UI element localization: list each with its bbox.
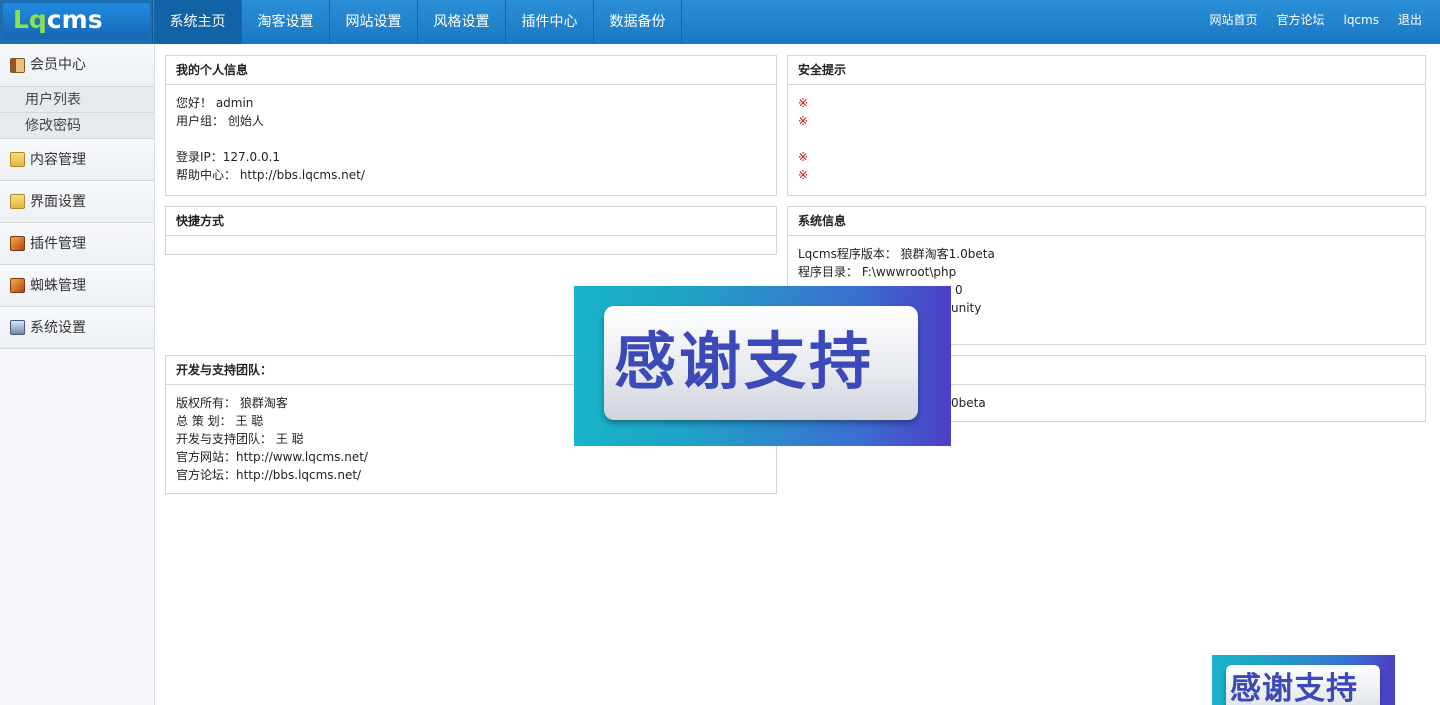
- top-links: 网站首页 官方论坛 lqcms 退出: [1190, 0, 1422, 40]
- logo-text: Lqcms: [13, 5, 103, 34]
- address-book-icon: [10, 57, 25, 73]
- sidebar-item-content[interactable]: 内容管理: [0, 139, 154, 181]
- sidebar-item-spiders[interactable]: 蜘蛛管理: [0, 265, 154, 307]
- thanks-banner[interactable]: 感谢支持: [574, 286, 951, 446]
- greeting: 您好！ admin: [176, 96, 254, 110]
- sysinfo-title: 系统信息: [788, 207, 1425, 236]
- program-dir: 程序目录： F:\wwwroot\php: [798, 265, 957, 279]
- official-forum[interactable]: 官方论坛：http://bbs.lqcms.net/: [176, 466, 766, 484]
- link-lqcms[interactable]: lqcms: [1343, 0, 1379, 40]
- sidebar-subitem-change-password[interactable]: 修改密码: [0, 113, 154, 139]
- shortcuts-title: 快捷方式: [166, 207, 776, 236]
- thanks-banner-small[interactable]: 感谢支持: [1212, 655, 1395, 705]
- profile-body: 您好！ admin 用户组： 创始人 登录IP：127.0.0.1 帮助中心： …: [166, 85, 776, 194]
- nav-data-backup[interactable]: 数据备份: [594, 0, 682, 44]
- link-site-home[interactable]: 网站首页: [1209, 0, 1257, 40]
- plugin-icon: [10, 236, 25, 251]
- logo[interactable]: Lqcms: [0, 0, 153, 44]
- login-ip: 登录IP：127.0.0.1: [176, 150, 281, 164]
- nav-style-settings[interactable]: 风格设置: [418, 0, 506, 44]
- nav-site-settings[interactable]: 网站设置: [330, 0, 418, 44]
- sidebar-subitem-user-list[interactable]: 用户列表: [0, 87, 154, 113]
- folder-icon: [10, 152, 25, 167]
- nav-taoke-settings[interactable]: 淘客设置: [242, 0, 330, 44]
- official-site[interactable]: 官方网站：http://www.lqcms.net/: [176, 448, 766, 466]
- sidebar-item-plugins[interactable]: 插件管理: [0, 223, 154, 265]
- sidebar-item-label: 蜘蛛管理: [30, 277, 86, 294]
- folder-icon: [10, 194, 25, 209]
- profile-title: 我的个人信息: [166, 56, 776, 85]
- logo-box: Lqcms: [3, 3, 150, 39]
- security-panel: 安全提示 ※ ※ ※ ※: [787, 55, 1426, 196]
- sidebar-item-label: 系统设置: [30, 319, 86, 336]
- monitor-icon: [10, 320, 25, 335]
- sidebar-item-ui-settings[interactable]: 界面设置: [0, 181, 154, 223]
- help-center: 帮助中心： http://bbs.lqcms.net/: [176, 168, 365, 182]
- top-bar: Lqcms 系统主页 淘客设置 网站设置 风格设置 插件中心 数据备份 网站首页…: [0, 0, 1440, 44]
- user-group: 用户组： 创始人: [176, 114, 264, 128]
- sidebar-item-label: 界面设置: [30, 193, 86, 210]
- sidebar-item-label: 插件管理: [30, 235, 86, 252]
- nav-home[interactable]: 系统主页: [154, 0, 242, 44]
- link-logout[interactable]: 退出: [1398, 0, 1422, 40]
- sidebar-item-system[interactable]: 系统设置: [0, 307, 154, 349]
- shortcuts-panel: 快捷方式: [165, 206, 777, 255]
- sidebar-item-label: 会员中心: [30, 57, 86, 73]
- sidebar: 会员中心 用户列表 修改密码 内容管理 界面设置 插件管理 蜘蛛管理 系统设置: [0, 44, 155, 705]
- link-official-forum[interactable]: 官方论坛: [1276, 0, 1324, 40]
- sidebar-item-label: 内容管理: [30, 151, 86, 168]
- banner-text: 感谢支持: [1230, 671, 1358, 705]
- main-nav: 系统主页 淘客设置 网站设置 风格设置 插件中心 数据备份: [154, 0, 682, 44]
- banner-text: 感谢支持: [614, 325, 875, 398]
- security-mark: ※: [798, 96, 809, 110]
- security-title: 安全提示: [788, 56, 1425, 85]
- security-body: ※ ※ ※ ※: [788, 85, 1425, 194]
- spider-icon: [10, 278, 25, 293]
- sidebar-item-member-center[interactable]: 会员中心: [0, 44, 154, 87]
- nav-plugin-center[interactable]: 插件中心: [506, 0, 594, 44]
- logo-part1: Lq: [13, 5, 47, 34]
- profile-panel: 我的个人信息 您好！ admin 用户组： 创始人 登录IP：127.0.0.1…: [165, 55, 777, 196]
- security-mark: ※: [798, 114, 809, 128]
- security-mark: ※: [798, 168, 809, 182]
- logo-part2: cms: [46, 5, 103, 34]
- program-version: Lqcms程序版本： 狼群淘客1.0beta: [798, 247, 995, 261]
- security-mark: ※: [798, 150, 809, 164]
